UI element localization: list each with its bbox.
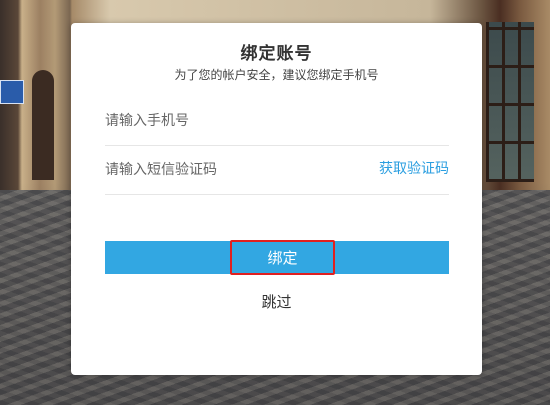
bind-button[interactable]: 绑定	[105, 240, 449, 275]
sms-code-input[interactable]	[105, 144, 335, 194]
skip-link[interactable]: 跳过	[71, 291, 482, 312]
background-doorway	[32, 70, 54, 180]
get-code-link[interactable]: 获取验证码	[379, 144, 449, 194]
sms-code-field: 获取验证码	[105, 144, 449, 195]
background-street-sign	[0, 80, 24, 104]
phone-field	[105, 95, 449, 146]
dialog-subtitle: 为了您的帐户安全，建议您绑定手机号	[174, 68, 379, 82]
dialog-title: 绑定账号	[240, 44, 313, 64]
background-window	[486, 22, 534, 182]
bind-button-label: 绑定	[230, 240, 335, 275]
phone-input[interactable]	[105, 95, 335, 145]
bind-account-dialog: 绑定账号 为了您的帐户安全，建议您绑定手机号 获取验证码 绑定 跳过	[71, 23, 482, 375]
